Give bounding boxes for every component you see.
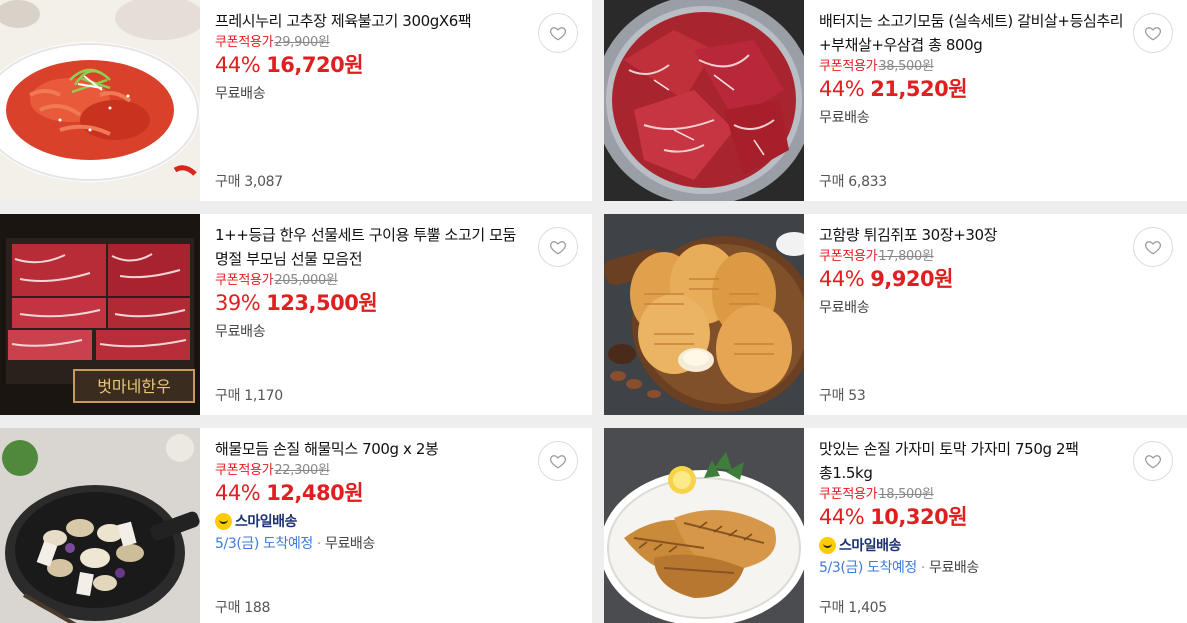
coupon-price-row: 쿠폰적용가22,300원 (215, 462, 578, 480)
arrival-date: 5/3(금) 도착예정 (215, 536, 313, 552)
purchase-count: 구매 1,170 (215, 388, 283, 404)
smile-delivery-badge: 스마일배송 (819, 535, 1173, 555)
coupon-label: 쿠폰적용가 (819, 487, 878, 502)
shipping-info: 무료배송 (215, 86, 266, 102)
product-image-flounder[interactable] (604, 428, 804, 623)
sale-price-row: 44% 21,520원 (819, 76, 1173, 102)
product-card-beef-mix[interactable]: 배터지는 소고기모둠 (실속세트) 갈비살+등심추리+부채살+우삼겹 총 800… (604, 0, 1187, 201)
product-image-hanwoo-gift[interactable]: 벗마네한우 (0, 214, 200, 415)
product-info: 프레시누리 고추장 제육불고기 300gX6팩 쿠폰적용가29,900원 44%… (200, 0, 592, 201)
product-info: 맛있는 손질 가자미 토막 가자미 750g 2팩 총1.5kg 쿠폰적용가18… (804, 428, 1187, 623)
heart-outline-icon (1144, 455, 1162, 469)
wishlist-button[interactable] (1133, 441, 1173, 481)
sale-price-row: 44% 16,720원 (215, 52, 578, 78)
shipping-info: 무료배송 (215, 324, 266, 340)
coupon-price-row: 쿠폰적용가17,800원 (819, 248, 1173, 266)
purchase-count: 구매 188 (215, 600, 271, 616)
sale-price-row: 39% 123,500원 (215, 290, 578, 316)
original-price: 22,300원 (274, 463, 330, 478)
coupon-label: 쿠폰적용가 (819, 249, 878, 264)
product-title[interactable]: 프레시누리 고추장 제육불고기 300gX6팩 (215, 9, 525, 33)
product-title[interactable]: 배터지는 소고기모둠 (실속세트) 갈비살+등심추리+부채살+우삼겹 총 800… (819, 9, 1129, 57)
shipping-info: 무료배송 (324, 536, 375, 552)
sale-price-row: 44% 9,920원 (819, 266, 1173, 292)
separator-dot: · (920, 560, 925, 576)
original-price: 29,900원 (274, 35, 330, 50)
shipping-info: 무료배송 (819, 300, 870, 316)
product-card-seafood-mix[interactable]: 해물모듬 손질 해물믹스 700g x 2봉 쿠폰적용가22,300원 44% … (0, 428, 592, 623)
sale-price: 123,500원 (266, 291, 378, 315)
product-grid: 프레시누리 고추장 제육불고기 300gX6팩 쿠폰적용가29,900원 44%… (0, 0, 1187, 623)
original-price: 18,500원 (878, 487, 934, 502)
product-info: 고함량 튀김쥐포 30장+30장 쿠폰적용가17,800원 44% 9,920원… (804, 214, 1187, 415)
product-card-hanwoo-gift[interactable]: 벗마네한우 1++등급 한우 선물세트 구이용 투뿔 소고기 모둠 명절 부모님… (0, 214, 592, 415)
sale-price-row: 44% 10,320원 (819, 504, 1173, 530)
product-title[interactable]: 고함량 튀김쥐포 30장+30장 (819, 223, 1129, 247)
arrival-date: 5/3(금) 도착예정 (819, 560, 917, 576)
product-image-seafood-mix[interactable] (0, 428, 200, 623)
box-logo-text: 벗마네한우 (97, 377, 171, 396)
discount-rate: 44% (215, 481, 261, 505)
sale-price: 12,480원 (266, 481, 364, 505)
product-card-jwipo[interactable]: 고함량 튀김쥐포 30장+30장 쿠폰적용가17,800원 44% 9,920원… (604, 214, 1187, 415)
heart-outline-icon (549, 241, 567, 255)
coupon-price-row: 쿠폰적용가205,000원 (215, 272, 578, 290)
product-info: 1++등급 한우 선물세트 구이용 투뿔 소고기 모둠 명절 부모님 선물 모음… (200, 214, 592, 415)
smile-face-icon (215, 512, 232, 530)
smile-delivery-label: 스마일배송 (235, 514, 297, 530)
heart-outline-icon (1144, 27, 1162, 41)
purchase-count: 구매 53 (819, 388, 866, 404)
product-info: 해물모듬 손질 해물믹스 700g x 2봉 쿠폰적용가22,300원 44% … (200, 428, 592, 623)
sale-price-row: 44% 12,480원 (215, 480, 578, 506)
sale-price: 16,720원 (266, 53, 364, 77)
smile-face-icon (819, 536, 836, 554)
sale-price: 10,320원 (870, 505, 968, 529)
discount-rate: 39% (215, 291, 261, 315)
wishlist-button[interactable] (538, 441, 578, 481)
product-card-jeyuk[interactable]: 프레시누리 고추장 제육불고기 300gX6팩 쿠폰적용가29,900원 44%… (0, 0, 592, 201)
original-price: 17,800원 (878, 249, 934, 264)
coupon-price-row: 쿠폰적용가18,500원 (819, 486, 1173, 504)
purchase-count: 구매 3,087 (215, 174, 283, 190)
product-card-flounder[interactable]: 맛있는 손질 가자미 토막 가자미 750g 2팩 총1.5kg 쿠폰적용가18… (604, 428, 1187, 623)
discount-rate: 44% (819, 77, 865, 101)
product-image-spicy-pork[interactable] (0, 0, 200, 201)
wishlist-button[interactable] (538, 13, 578, 53)
arrival-row: 5/3(금) 도착예정 · 무료배송 (215, 534, 578, 554)
separator-dot: · (316, 536, 321, 552)
wishlist-button[interactable] (1133, 227, 1173, 267)
coupon-price-row: 쿠폰적용가29,900원 (215, 34, 578, 52)
original-price: 38,500원 (878, 59, 934, 74)
coupon-label: 쿠폰적용가 (215, 273, 274, 288)
original-price: 205,000원 (274, 273, 338, 288)
purchase-count: 구매 1,405 (819, 600, 887, 616)
sale-price: 21,520원 (870, 77, 968, 101)
product-title[interactable]: 1++등급 한우 선물세트 구이용 투뿔 소고기 모둠 명절 부모님 선물 모음… (215, 223, 525, 271)
heart-outline-icon (549, 455, 567, 469)
coupon-label: 쿠폰적용가 (215, 463, 274, 478)
product-title[interactable]: 해물모듬 손질 해물믹스 700g x 2봉 (215, 437, 525, 461)
smile-delivery-label: 스마일배송 (839, 538, 901, 554)
wishlist-button[interactable] (538, 227, 578, 267)
product-image-jwipo[interactable] (604, 214, 804, 415)
heart-outline-icon (1144, 241, 1162, 255)
coupon-label: 쿠폰적용가 (215, 35, 274, 50)
product-info: 배터지는 소고기모둠 (실속세트) 갈비살+등심추리+부채살+우삼겹 총 800… (804, 0, 1187, 201)
product-image-raw-beef[interactable] (604, 0, 804, 201)
heart-outline-icon (549, 27, 567, 41)
smile-delivery-badge: 스마일배송 (215, 511, 578, 531)
discount-rate: 44% (819, 267, 865, 291)
product-title[interactable]: 맛있는 손질 가자미 토막 가자미 750g 2팩 총1.5kg (819, 437, 1129, 485)
sale-price: 9,920원 (870, 267, 953, 291)
discount-rate: 44% (819, 505, 865, 529)
purchase-count: 구매 6,833 (819, 174, 887, 190)
arrival-row: 5/3(금) 도착예정 · 무료배송 (819, 558, 1173, 578)
shipping-info: 무료배송 (928, 560, 979, 576)
shipping-info: 무료배송 (819, 110, 870, 126)
coupon-price-row: 쿠폰적용가38,500원 (819, 58, 1173, 76)
discount-rate: 44% (215, 53, 261, 77)
coupon-label: 쿠폰적용가 (819, 59, 878, 74)
wishlist-button[interactable] (1133, 13, 1173, 53)
